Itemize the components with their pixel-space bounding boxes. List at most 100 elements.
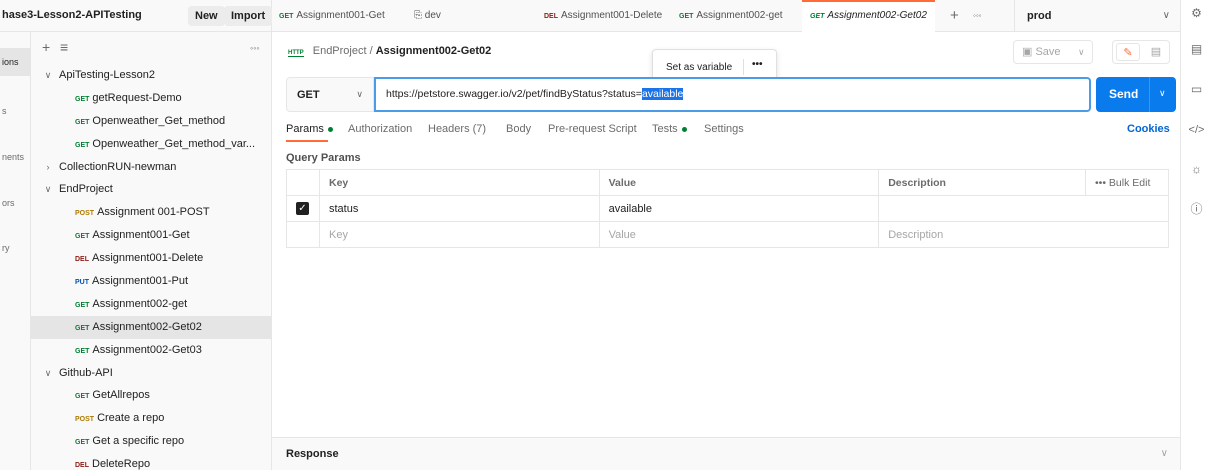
rail-item-collections[interactable]: ions: [0, 48, 31, 76]
tab-params[interactable]: Params: [286, 123, 333, 142]
request-item[interactable]: GET Assignment002-Get03: [31, 339, 271, 362]
bulk-edit-cell: ••• Bulk Edit: [1084, 169, 1170, 196]
chevron-down-icon[interactable]: ∨: [41, 64, 55, 87]
chevron-down-icon[interactable]: ∨: [41, 362, 55, 385]
pencil-icon[interactable]: ✎: [1116, 43, 1140, 61]
send-button[interactable]: Send ∨: [1096, 77, 1176, 112]
tab-assignment002-get02[interactable]: GET Assignment002-Get02: [802, 0, 935, 32]
tab-dev[interactable]: ⎘ dev: [414, 0, 441, 32]
bulk-edit-button[interactable]: Bulk Edit: [1109, 177, 1150, 189]
request-item[interactable]: POST Create a repo: [31, 407, 271, 430]
tab-pre-request-script[interactable]: Pre-request Script: [548, 123, 637, 135]
request-item[interactable]: PUT Assignment001-Put: [31, 270, 271, 293]
key-placeholder[interactable]: Key: [318, 221, 600, 248]
folder-label: Github-API: [59, 366, 113, 379]
param-checkbox[interactable]: ✓: [296, 202, 309, 215]
request-item[interactable]: GET GetAllrepos: [31, 384, 271, 407]
new-button[interactable]: New: [188, 6, 225, 26]
active-dot: [327, 126, 333, 132]
url-input[interactable]: https://petstore.swagger.io/v2/pet/findB…: [374, 77, 1091, 112]
request-item[interactable]: GET Assignment002-get: [31, 293, 271, 316]
chevron-down-icon[interactable]: ∨: [1161, 448, 1168, 459]
chevron-down-icon[interactable]: ∨: [41, 178, 55, 201]
request-label: Assignment002-get: [92, 297, 188, 310]
folder-item[interactable]: ∨ Github-API: [31, 362, 271, 385]
rail-item-monitors[interactable]: ors: [0, 189, 31, 217]
code-icon[interactable]: </>: [1181, 124, 1211, 136]
tab-assignment001-get[interactable]: GET Assignment001-Get: [279, 0, 385, 32]
url-text: https://petstore.swagger.io/v2/pet/findB…: [386, 88, 684, 100]
method-badge: POST: [75, 210, 95, 218]
request-label: Assignment001-Put: [92, 275, 188, 288]
request-item[interactable]: GET Assignment002-Get02: [31, 315, 271, 339]
popover-more-icon[interactable]: •••: [752, 59, 763, 70]
method-badge: GET: [75, 439, 90, 447]
param-description[interactable]: [878, 195, 1169, 222]
method-badge: GET: [75, 233, 90, 241]
plus-icon[interactable]: +: [42, 39, 50, 55]
method-badge: GET: [75, 301, 90, 309]
param-value[interactable]: available: [598, 195, 880, 222]
edit-mode-toggle: ✎ ▤: [1112, 40, 1170, 64]
request-item[interactable]: DEL DeleteRepo: [31, 453, 271, 470]
request-item[interactable]: GET Assignment001-Get: [31, 224, 271, 247]
request-label: Get a specific repo: [92, 435, 185, 448]
tab-overflow-icon[interactable]: ◦◦◦: [973, 0, 982, 32]
folder-item[interactable]: ∨ ApiTesting-Lesson2: [31, 64, 271, 87]
method-select[interactable]: GET ∨: [286, 77, 374, 112]
chevron-right-icon[interactable]: ›: [41, 156, 55, 179]
new-tab-plus-icon[interactable]: +: [950, 0, 959, 32]
rail-item-environments[interactable]: nents: [0, 143, 31, 171]
tab-settings[interactable]: Settings: [704, 123, 744, 135]
chevron-down-icon[interactable]: ∨: [1159, 88, 1166, 99]
more-options-icon[interactable]: ◦◦◦: [250, 43, 260, 53]
param-key[interactable]: status: [318, 195, 600, 222]
collection-tree: ∨ ApiTesting-Lesson2 GET getRequest-Demo GET…: [31, 64, 271, 470]
tab-tests[interactable]: Tests: [652, 123, 687, 135]
right-icon-rail: ⚙ ▤ ▭ </> ☼ ⓘ: [1180, 0, 1211, 470]
request-label: Create a repo: [97, 412, 165, 425]
tab-label: Assignment001-Delete: [561, 10, 663, 21]
value-placeholder[interactable]: Value: [598, 221, 880, 248]
request-item[interactable]: GET Get a specific repo: [31, 430, 271, 453]
checkbox-cell: ✓: [286, 195, 320, 222]
cookies-link[interactable]: Cookies: [1127, 123, 1170, 135]
import-button[interactable]: Import: [224, 6, 273, 26]
folder-label: CollectionRUN-newman: [59, 160, 177, 173]
method-badge: GET: [75, 324, 90, 332]
request-item[interactable]: DEL Assignment001-Delete: [31, 247, 271, 270]
rail-item-apis[interactable]: s: [0, 97, 31, 125]
tab-assignment002-get[interactable]: GET Assignment002-get: [679, 0, 783, 32]
tab-body[interactable]: Body: [506, 123, 531, 135]
breadcrumb-collection[interactable]: EndProject: [313, 45, 367, 57]
tab-authorization[interactable]: Authorization: [348, 123, 412, 135]
request-item[interactable]: GET getRequest-Demo: [31, 87, 271, 110]
settings-icon[interactable]: ⚙: [1181, 6, 1211, 20]
documentation-icon[interactable]: ▤: [1146, 43, 1166, 61]
tab-headers[interactable]: Headers (7): [428, 123, 486, 135]
chevron-down-icon[interactable]: ∨: [1078, 41, 1085, 63]
info-icon[interactable]: ⓘ: [1181, 200, 1211, 217]
breadcrumb: HTTP EndProject / Assignment002-Get02: [288, 45, 491, 57]
set-as-variable-button[interactable]: Set as variable: [666, 62, 732, 73]
request-label: DeleteRepo: [92, 458, 151, 470]
lightbulb-icon[interactable]: ☼: [1181, 162, 1211, 176]
description-placeholder[interactable]: Description: [878, 221, 1169, 248]
comments-icon[interactable]: ▭: [1181, 82, 1211, 96]
request-item[interactable]: GET Openweather_Get_method_var...: [31, 133, 271, 156]
more-options-icon[interactable]: •••: [1095, 177, 1106, 189]
documentation-icon[interactable]: ▤: [1181, 42, 1211, 56]
request-item[interactable]: GET Openweather_Get_method: [31, 110, 271, 133]
request-editor: HTTP EndProject / Assignment002-Get02 Se…: [272, 32, 1180, 470]
response-panel[interactable]: Response ∨: [272, 437, 1180, 470]
rail-item-history[interactable]: ry: [0, 234, 31, 262]
tab-assignment001-delete[interactable]: DEL Assignment001-Delete: [544, 0, 662, 32]
folder-item[interactable]: › CollectionRUN-newman: [31, 156, 271, 179]
workspace-name[interactable]: hase3-Lesson2-APITesting: [2, 9, 142, 21]
save-button[interactable]: ▣ Save ∨: [1013, 40, 1093, 64]
environment-selector[interactable]: prod ∨: [1014, 0, 1180, 32]
request-item[interactable]: POST Assignment 001-POST: [31, 201, 271, 224]
folder-item[interactable]: ∨ EndProject: [31, 178, 271, 201]
filter-icon[interactable]: ≡: [60, 39, 68, 55]
request-name[interactable]: Assignment002-Get02: [376, 45, 492, 57]
